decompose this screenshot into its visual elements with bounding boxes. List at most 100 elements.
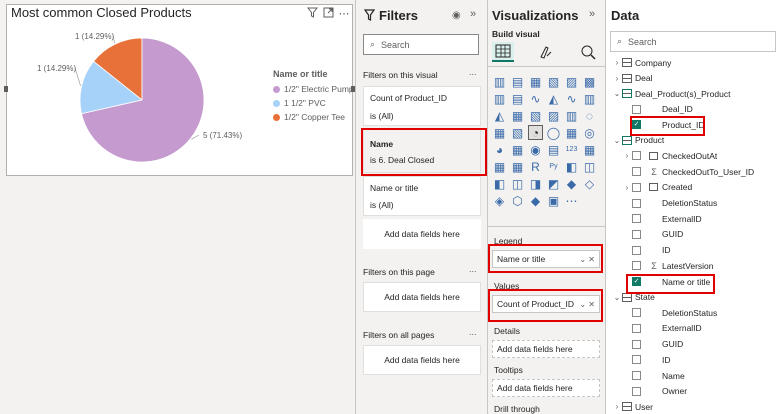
field-node[interactable]: Deal_ID xyxy=(622,102,693,117)
collapse-filters-icon[interactable]: » xyxy=(470,8,476,20)
visual-type-icon[interactable]: ▦ xyxy=(492,125,507,140)
field-checkbox[interactable] xyxy=(632,151,641,161)
field-node[interactable]: GUID xyxy=(622,337,683,352)
visual-type-icon[interactable]: ▤ xyxy=(510,74,525,89)
field-node[interactable]: ExternalID xyxy=(622,321,702,336)
visual-type-icon[interactable]: ▣ xyxy=(546,193,561,208)
more-options-icon[interactable]: ... xyxy=(469,67,477,77)
chevron-down-icon[interactable]: ⌄ xyxy=(612,293,622,302)
chevron-right-icon[interactable]: › xyxy=(612,402,622,411)
visual-type-icon[interactable]: ▧ xyxy=(546,74,561,89)
visual-type-icon[interactable]: ▦ xyxy=(510,142,525,157)
legend-item[interactable]: 1/2" Copper Tee xyxy=(273,110,354,124)
field-checkbox[interactable] xyxy=(632,198,641,208)
field-checkbox[interactable] xyxy=(632,371,641,380)
pie-chart-type-icon[interactable]: ◔ xyxy=(528,125,543,140)
pie-chart-visual[interactable]: Most common Closed Products ⋯ 1 (14.29%)… xyxy=(6,4,354,176)
field-checkbox[interactable] xyxy=(632,323,641,333)
analytics-icon[interactable] xyxy=(580,44,596,65)
visual-type-icon[interactable]: ▥ xyxy=(564,108,579,123)
chevron-right-icon[interactable]: › xyxy=(612,74,622,83)
visual-type-icon[interactable]: 123 xyxy=(564,142,579,157)
visual-type-icon[interactable]: ▧ xyxy=(510,125,525,140)
visual-type-icon[interactable]: ▨ xyxy=(564,74,579,89)
visual-type-icon[interactable]: ▦ xyxy=(564,125,579,140)
build-visual-tab[interactable] xyxy=(492,42,514,62)
table-node[interactable]: › Company xyxy=(612,55,672,70)
field-checkbox[interactable] xyxy=(632,339,641,349)
visual-type-icon[interactable]: ◆ xyxy=(528,193,543,208)
chevron-down-icon[interactable]: ⌄ xyxy=(612,89,622,98)
field-checkbox[interactable] xyxy=(632,104,641,114)
field-node[interactable]: ExternalID xyxy=(622,211,702,226)
visual-type-icon[interactable]: ◭ xyxy=(546,91,561,106)
field-checkbox[interactable] xyxy=(632,386,641,396)
field-checkbox[interactable] xyxy=(632,167,641,177)
chevron-right-icon[interactable]: › xyxy=(622,151,632,160)
visual-type-icon[interactable]: ◫ xyxy=(582,159,597,174)
visual-type-icon[interactable]: ▦ xyxy=(510,108,525,123)
tooltips-well-field[interactable]: Add data fields here xyxy=(492,379,600,397)
visual-type-icon[interactable]: ▥ xyxy=(492,74,507,89)
visual-type-icon[interactable]: ∿ xyxy=(564,91,579,106)
data-search-input[interactable]: ⌕ Search xyxy=(610,31,776,52)
format-visual-icon[interactable] xyxy=(538,44,554,65)
legend-item[interactable]: 1 1/2" PVC xyxy=(273,96,354,110)
table-node[interactable]: › Deal xyxy=(612,71,653,86)
field-node[interactable]: GUID xyxy=(622,227,683,242)
field-node[interactable]: › CheckedOutAt xyxy=(622,148,718,163)
eye-icon[interactable]: ◉ xyxy=(452,10,461,21)
field-node[interactable]: DeletionStatus xyxy=(622,305,717,320)
visual-type-icon[interactable]: ▤ xyxy=(510,91,525,106)
visual-type-icon[interactable]: ◧ xyxy=(492,176,507,191)
field-checkbox[interactable] xyxy=(632,214,641,224)
visual-type-icon[interactable]: ∿ xyxy=(528,91,543,106)
resize-handle-left[interactable] xyxy=(4,86,8,92)
visual-type-icon[interactable]: ◉ xyxy=(528,142,543,157)
filter-card-name-or-title[interactable]: Name or title is (All) xyxy=(363,176,481,216)
field-node[interactable]: ID xyxy=(622,243,671,258)
visual-type-icon[interactable]: ▤ xyxy=(546,142,561,157)
visual-type-icon[interactable]: ◯ xyxy=(546,125,561,140)
chevron-right-icon[interactable]: › xyxy=(622,183,632,192)
add-data-fields-all-pages[interactable]: Add data fields here xyxy=(363,345,481,375)
table-node[interactable]: ⌄ Deal_Product(s)_Product xyxy=(612,86,731,101)
visual-type-icon[interactable]: ⋯ xyxy=(564,193,579,208)
visual-type-icon[interactable]: ▥ xyxy=(582,91,597,106)
visual-type-icon[interactable]: ◨ xyxy=(528,176,543,191)
visual-type-icon[interactable]: ▦ xyxy=(528,74,543,89)
visual-type-icon[interactable]: ▨ xyxy=(546,108,561,123)
visual-type-icon[interactable]: ◫ xyxy=(510,176,525,191)
field-node[interactable]: Owner xyxy=(622,384,687,399)
visual-type-icon[interactable]: ◭ xyxy=(492,108,507,123)
field-node[interactable]: Name xyxy=(622,368,685,383)
visual-type-icon[interactable]: R xyxy=(528,159,543,174)
filter-card-count[interactable]: Count of Product_ID is (All) xyxy=(363,86,481,126)
collapse-visualizations-icon[interactable]: » xyxy=(589,8,595,20)
field-checkbox[interactable] xyxy=(632,245,641,255)
chevron-right-icon[interactable]: › xyxy=(612,58,622,67)
more-options-icon[interactable]: ... xyxy=(469,264,477,274)
visual-type-icon[interactable]: ⬡ xyxy=(510,193,525,208)
details-well-field[interactable]: Add data fields here xyxy=(492,340,600,358)
more-options-icon[interactable]: ... xyxy=(469,327,477,337)
legend-item[interactable]: 1/2" Electric Pump xyxy=(273,82,354,96)
visual-type-icon[interactable]: ◧ xyxy=(564,159,579,174)
visual-type-icon[interactable]: ▦ xyxy=(510,159,525,174)
field-node[interactable]: DeletionStatus xyxy=(622,196,717,211)
add-data-fields-visual[interactable]: Add data fields here xyxy=(363,219,481,249)
field-checkbox[interactable] xyxy=(632,308,641,318)
add-data-fields-page[interactable]: Add data fields here xyxy=(363,282,481,312)
visual-type-icon[interactable]: ▦ xyxy=(492,159,507,174)
visual-type-icon[interactable]: ◎ xyxy=(582,125,597,140)
visual-type-icon[interactable]: ◕ xyxy=(492,142,507,157)
visual-type-icon[interactable]: ◆ xyxy=(564,176,579,191)
visual-type-icon[interactable]: ◇ xyxy=(582,176,597,191)
chevron-down-icon[interactable]: ⌄ xyxy=(612,136,622,145)
visual-type-icon[interactable]: ◩ xyxy=(546,176,561,191)
filters-search-input[interactable]: ⌕ Search xyxy=(363,34,479,55)
field-checkbox[interactable] xyxy=(632,261,641,271)
field-checkbox[interactable] xyxy=(632,182,641,192)
field-node[interactable]: Σ CheckedOutTo_User_ID xyxy=(622,164,754,179)
field-node[interactable]: › Created xyxy=(622,180,693,195)
